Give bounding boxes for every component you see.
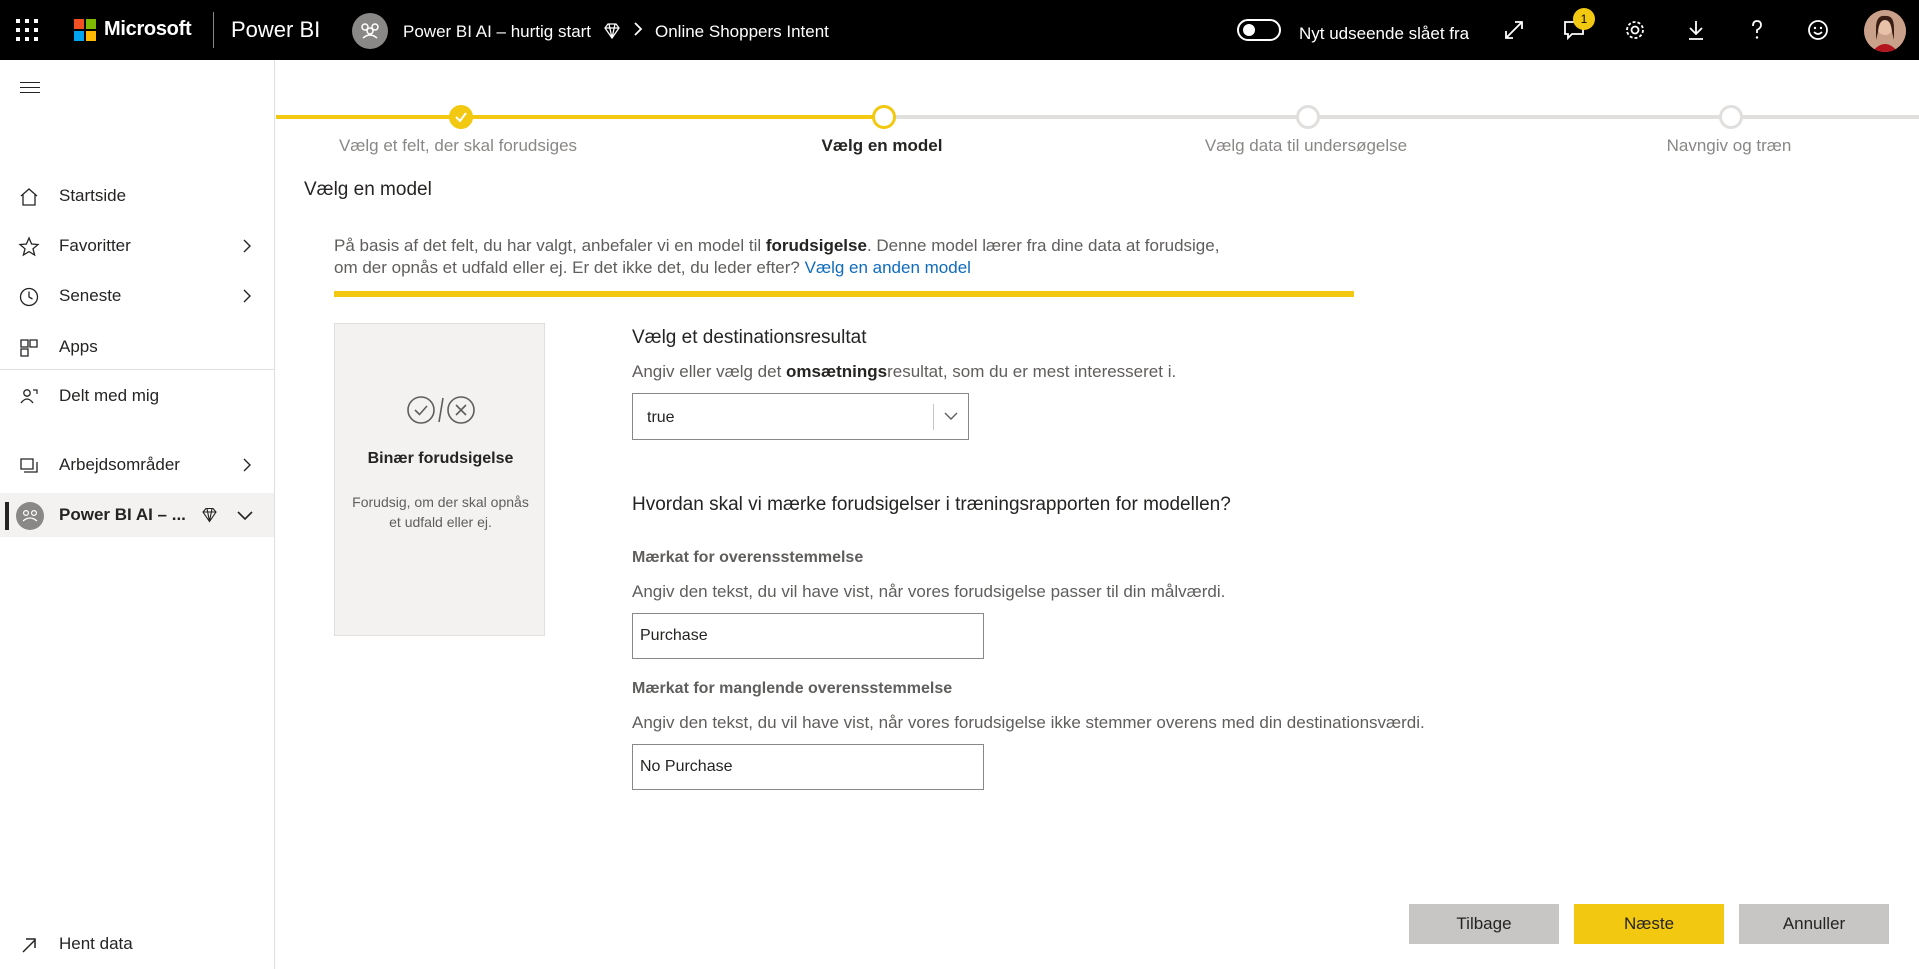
sidebar-item-apps[interactable]: Apps — [0, 325, 274, 369]
next-button[interactable]: Næste — [1574, 904, 1724, 944]
subtitle-bold: omsætnings — [786, 362, 888, 381]
product-name[interactable]: Power BI — [231, 17, 320, 43]
match-label-input[interactable] — [632, 613, 984, 659]
cancel-button[interactable]: Annuller — [1739, 904, 1889, 944]
settings-icon[interactable] — [1623, 18, 1647, 42]
model-card-description: Forudsig, om der skal opnås et udfald el… — [352, 494, 529, 530]
mismatch-label-input[interactable] — [632, 744, 984, 790]
sidebar-item-label: Seneste — [59, 286, 122, 305]
arrow-up-right-icon — [22, 938, 36, 953]
intro-part: . Denne model lærer fra dine data at for… — [866, 236, 1220, 255]
microsoft-brand: Microsoft — [104, 18, 192, 40]
get-data-label: Hent data — [59, 934, 133, 953]
brand-divider — [213, 12, 214, 48]
back-button[interactable]: Tilbage — [1409, 904, 1559, 944]
step-1-check-icon — [449, 105, 473, 129]
sidebar: Startside Favoritter Seneste Apps Delt m… — [0, 60, 275, 969]
intro-text: På basis af det felt, du har valgt, anbe… — [334, 235, 1264, 279]
chevron-down-icon[interactable] — [236, 507, 254, 523]
intro-bold: forudsigelse — [765, 236, 867, 255]
model-card-title: Binær forudsigelse — [367, 450, 514, 467]
step-3-dot — [1296, 105, 1320, 129]
sidebar-item-favorites[interactable]: Favoritter — [0, 224, 274, 268]
step-4-dot — [1719, 105, 1743, 129]
sidebar-item-label: Arbejdsområder — [59, 455, 180, 474]
subtitle-part: resultat, som du er mest interesseret i. — [887, 362, 1177, 381]
sidebar-item-label: Startside — [59, 186, 127, 205]
check-x-icon — [407, 396, 475, 424]
match-label-help: Angiv den tekst, du vil have vist, når v… — [632, 582, 1226, 601]
target-section-subtitle: Angiv eller vælg det omsætningsresultat,… — [632, 362, 1176, 382]
get-data-link[interactable]: Hent data — [0, 925, 274, 965]
premium-diamond-icon — [603, 23, 621, 44]
home-icon — [20, 188, 38, 206]
microsoft-logo-icon — [74, 19, 96, 41]
notification-badge: 1 — [1573, 8, 1595, 30]
clock-icon — [19, 287, 39, 307]
dropdown-divider — [933, 404, 934, 430]
breadcrumb-workspace[interactable]: Power BI AI – hurtig start — [403, 22, 591, 42]
sidebar-item-label: Power BI AI – ... — [59, 505, 186, 524]
model-card-binary[interactable]: Binær forudsigelse Forudsig, om der skal… — [334, 323, 545, 636]
target-outcome-dropdown[interactable]: true — [632, 393, 969, 440]
subtitle-part: Angiv eller vælg det — [632, 362, 787, 381]
top-bar: Microsoft Power BI Power BI AI – hurtig … — [0, 0, 1919, 60]
choose-other-model-link[interactable]: Vælg en anden model — [805, 258, 971, 277]
smiley-icon[interactable] — [1806, 18, 1830, 42]
mismatch-label-help: Angiv den tekst, du vil have vist, når v… — [632, 713, 1425, 732]
chevron-right-icon[interactable] — [240, 238, 254, 254]
breadcrumb-dataset[interactable]: Online Shoppers Intent — [655, 22, 829, 42]
step-2-dot — [872, 105, 896, 129]
intro-part: På basis af det felt, du har valgt, anbe… — [334, 236, 766, 255]
shared-icon — [20, 389, 38, 404]
expand-icon[interactable] — [1502, 18, 1526, 42]
download-icon[interactable] — [1684, 18, 1708, 42]
active-indicator — [5, 502, 9, 530]
sidebar-item-home[interactable]: Startside — [0, 174, 274, 218]
step-2-label: Vælg en model — [821, 136, 943, 155]
sidebar-item-current-workspace[interactable]: Power BI AI – ... — [0, 493, 274, 537]
sidebar-item-label: Delt med mig — [59, 386, 160, 405]
app-launcher-icon[interactable] — [16, 19, 38, 41]
match-label-heading: Mærkat for overensstemmelse — [632, 549, 864, 566]
target-outcome-value: true — [647, 409, 675, 426]
sidebar-item-label: Apps — [59, 337, 98, 356]
intro-highlight-bar — [334, 291, 1354, 297]
new-look-toggle[interactable] — [1237, 19, 1281, 41]
star-icon — [18, 236, 40, 257]
intro-part: om der opnås et udfald eller ej. Er det … — [334, 258, 805, 277]
sidebar-item-recent[interactable]: Seneste — [0, 274, 274, 318]
chevron-right-icon[interactable] — [240, 288, 254, 304]
step-3-label: Vælg data til undersøgelse — [1204, 136, 1408, 155]
premium-diamond-icon — [202, 507, 217, 523]
workspace-avatar-icon — [352, 13, 388, 49]
new-look-toggle-label: Nyt udseende slået fra — [1299, 24, 1470, 43]
breadcrumb-chevron-icon — [632, 20, 644, 43]
chevron-down-icon[interactable] — [943, 410, 959, 422]
sidebar-item-workspaces[interactable]: Arbejdsområder — [0, 443, 274, 487]
user-avatar[interactable] — [1864, 10, 1906, 52]
mismatch-label-heading: Mærkat for manglende overensstemmelse — [632, 680, 953, 697]
apps-icon — [20, 339, 38, 357]
sidebar-item-label: Favoritter — [59, 236, 131, 255]
chevron-right-icon[interactable] — [240, 457, 254, 473]
help-icon[interactable] — [1745, 18, 1769, 42]
step-4-label: Navngiv og træn — [1666, 136, 1792, 155]
step-1-label: Vælg et felt, der skal forudsiges — [338, 136, 578, 155]
sidebar-item-shared[interactable]: Delt med mig — [0, 374, 274, 418]
workspaces-icon — [20, 458, 38, 473]
labels-section-title: Hvordan skal vi mærke forudsigelser i tr… — [632, 494, 1231, 515]
workspace-avatar-icon — [16, 502, 44, 530]
page-title: Vælg en model — [304, 179, 432, 200]
stepper-progress — [276, 115, 886, 119]
sidebar-divider — [0, 369, 274, 370]
hamburger-menu-icon[interactable] — [20, 82, 40, 96]
target-section-title: Vælg et destinationsresultat — [632, 327, 867, 348]
